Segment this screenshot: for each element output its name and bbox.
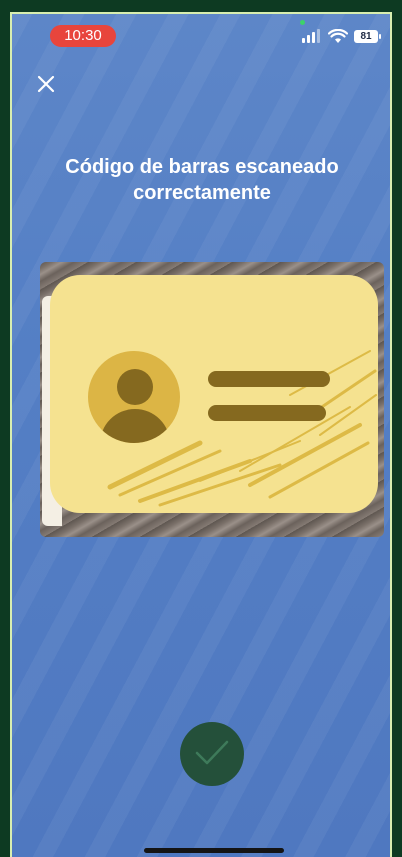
home-indicator[interactable] [144, 848, 284, 853]
avatar-icon [88, 351, 180, 443]
confirm-button[interactable] [180, 722, 244, 786]
close-button[interactable] [34, 72, 58, 96]
page-title: Código de barras escaneado correctamente [65, 156, 339, 204]
battery-icon: 81 [354, 30, 378, 43]
close-icon [37, 75, 55, 93]
scanned-photo [40, 262, 384, 537]
battery-tip [379, 34, 381, 39]
checkmark-icon [195, 740, 229, 765]
id-card-illustration [50, 275, 378, 513]
card-text-line [208, 405, 326, 421]
card-text-line [208, 371, 330, 387]
camera-indicator-dot [300, 20, 305, 25]
status-time: 10:30 [50, 25, 116, 47]
signal-icon [302, 29, 324, 45]
scan-result-screen: 10:30 81 Código de barras escaneado corr… [10, 12, 392, 857]
wifi-icon [328, 29, 348, 43]
